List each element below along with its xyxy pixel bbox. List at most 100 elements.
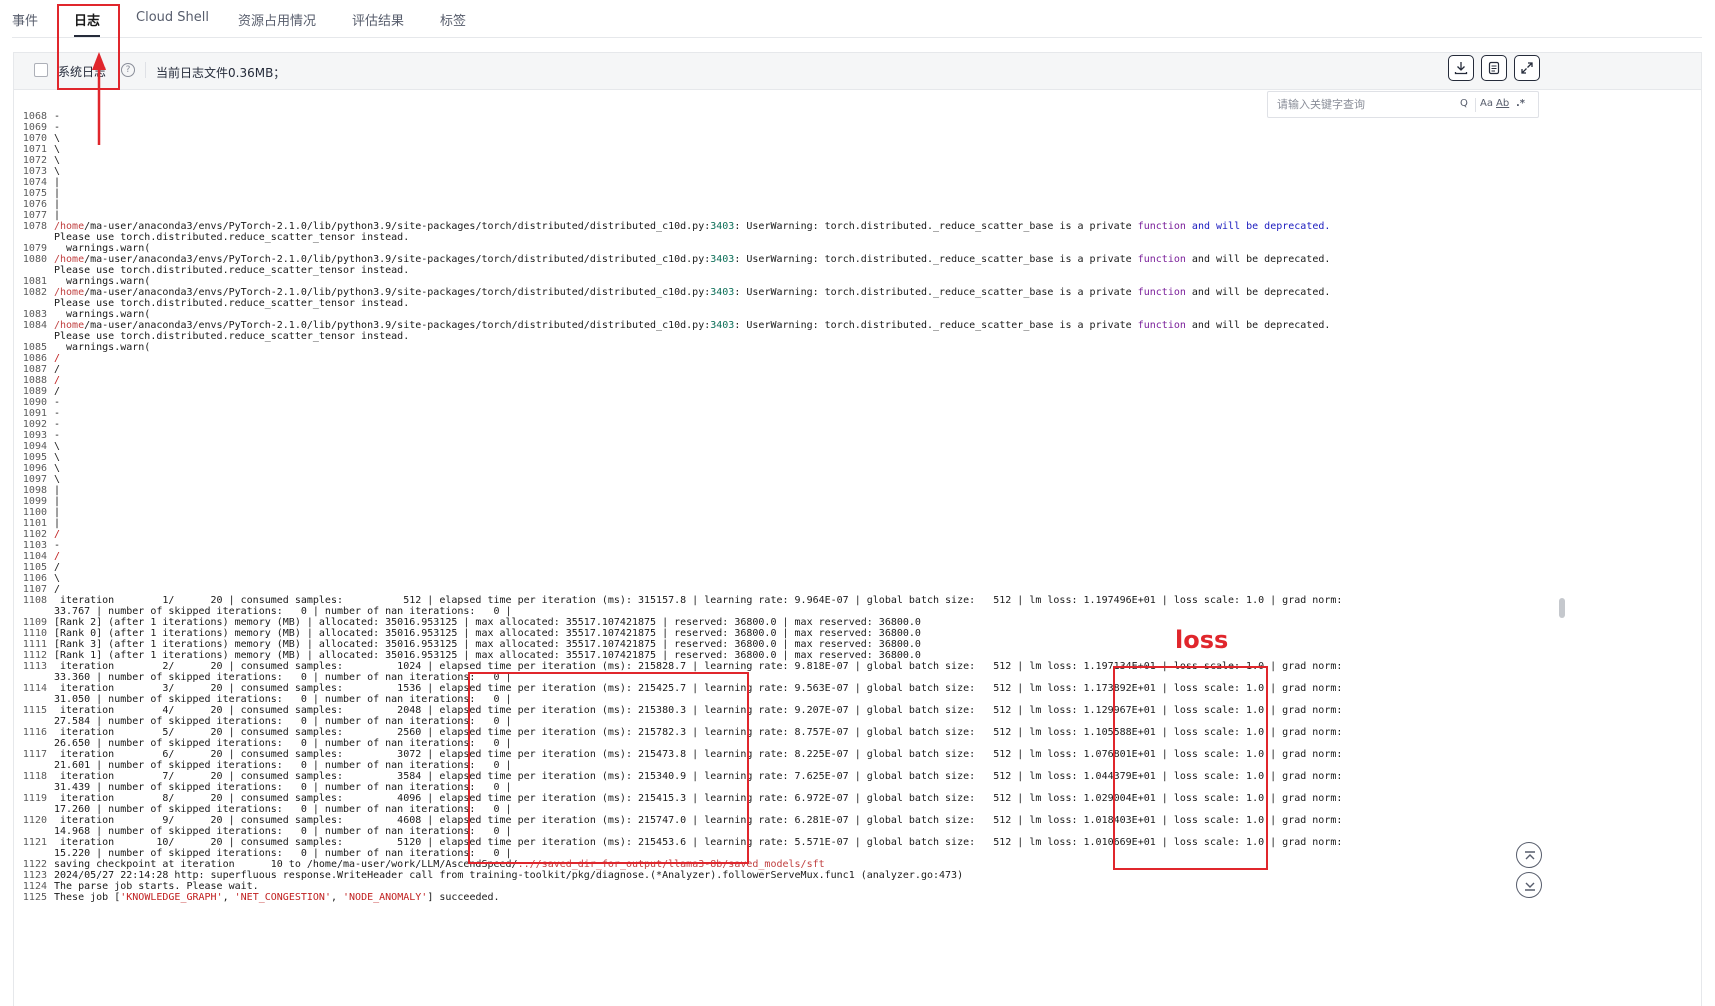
log-line-text: Please use torch.distributed.reduce_scat… (54, 298, 410, 309)
tab-tags[interactable]: 标签 (440, 10, 466, 34)
log-line: 1117 iteration 6/ 20 | consumed samples:… (14, 749, 1664, 760)
log-content: 1068-1069-1070 \ 1071 \ 1072 \ 1073 \ 1074 | 1075 |… (14, 111, 1664, 903)
log-line: 31.439 | number of skipped iterations: 0… (14, 782, 1664, 793)
log-line-number: 1119 (22, 793, 47, 804)
tab-cloud-shell[interactable]: Cloud Shell (136, 10, 209, 34)
fullscreen-button[interactable] (1514, 55, 1540, 81)
search-icon[interactable]: Q (1460, 98, 1468, 109)
copy-button[interactable] (1481, 55, 1507, 81)
log-line-text: /home/ma-user/anaconda3/envs/PyTorch-2.1… (54, 320, 1331, 331)
log-line: 1082/home/ma-user/anaconda3/envs/PyTorch… (14, 287, 1664, 298)
log-line-number (14, 738, 54, 749)
log-line: 1091- (14, 408, 1664, 419)
log-line-text: / (54, 584, 61, 595)
log-line: 1070 \ (14, 133, 1664, 144)
log-line-number (14, 826, 54, 837)
download-icon (1454, 62, 1468, 75)
log-line: 1075 | (14, 188, 1664, 199)
vertical-scrollbar-thumb[interactable] (1559, 598, 1565, 618)
log-line-text: iteration 1/ 20 | consumed samples: 512 … (54, 595, 1343, 606)
log-toolbar: 系统日志 ? 当前日志文件0.36MB； (14, 53, 1701, 90)
log-line-number (14, 232, 54, 243)
log-line-number: 1084 (22, 320, 47, 331)
scroll-to-top-button[interactable] (1516, 842, 1542, 868)
log-line-number: 1116 (22, 727, 47, 738)
log-line-number: 1081 (22, 276, 47, 287)
log-line-text: iteration 9/ 20 | consumed samples: 4608… (54, 815, 1343, 826)
log-line-number: 1096 (22, 463, 47, 474)
help-icon[interactable]: ? (121, 63, 135, 77)
match-case-toggle[interactable]: Aa (1480, 98, 1493, 109)
whole-word-toggle[interactable]: Ab (1496, 98, 1509, 109)
log-line-number: 1118 (22, 771, 47, 782)
log-line-text: [Rank 2] (after 1 iterations) memory (MB… (54, 617, 921, 628)
log-line-number: 1104 (22, 551, 47, 562)
system-log-checkbox[interactable] (34, 63, 48, 77)
tab-events[interactable]: 事件 (12, 10, 38, 34)
log-line-text: [Rank 1] (after 1 iterations) memory (MB… (54, 650, 921, 661)
log-line: 1073 \ (14, 166, 1664, 177)
log-line-text: | (54, 188, 61, 199)
scroll-to-bottom-button[interactable] (1516, 872, 1542, 898)
log-line: 1083 warnings.warn( (14, 309, 1664, 320)
log-line: Please use torch.distributed.reduce_scat… (14, 298, 1664, 309)
log-line: 1068- (14, 111, 1664, 122)
log-line-number: 1111 (22, 639, 47, 650)
log-line: 1069- (14, 122, 1664, 133)
log-line-number (14, 716, 54, 727)
log-line-number: 1070 (22, 133, 47, 144)
log-line: 1088 / (14, 375, 1664, 386)
log-line-number: 1112 (22, 650, 47, 661)
log-line-number: 1100 (22, 507, 47, 518)
tab-logs[interactable]: 日志 (74, 10, 101, 37)
log-line-number (14, 804, 54, 815)
log-line-text: - (54, 122, 61, 133)
log-line: 33.360 | number of skipped iterations: 0… (14, 672, 1664, 683)
log-line-number (14, 298, 54, 309)
log-line-text: \ (54, 166, 61, 177)
log-line-number: 1103 (22, 540, 47, 551)
search-divider (1475, 98, 1476, 112)
log-line: 15.220 | number of skipped iterations: 0… (14, 848, 1664, 859)
log-line-number: 1107 (22, 584, 47, 595)
log-line-text: /home/ma-user/anaconda3/envs/PyTorch-2.1… (54, 254, 1331, 265)
log-line: Please use torch.distributed.reduce_scat… (14, 232, 1664, 243)
log-line-text: warnings.warn( (54, 342, 151, 353)
log-line-text: 21.601 | number of skipped iterations: 0… (54, 760, 512, 771)
log-line: 1115 iteration 4/ 20 | consumed samples:… (14, 705, 1664, 716)
log-line-number: 1083 (22, 309, 47, 320)
log-line-text: iteration 3/ 20 | consumed samples: 1536… (54, 683, 1343, 694)
log-line-text: iteration 4/ 20 | consumed samples: 2048… (54, 705, 1343, 716)
log-line: 1084/home/ma-user/anaconda3/envs/PyTorch… (14, 320, 1664, 331)
log-line: 1113 iteration 2/ 20 | consumed samples:… (14, 661, 1664, 672)
log-line: 1095 \ (14, 452, 1664, 463)
log-line-number (14, 848, 54, 859)
log-line: 26.650 | number of skipped iterations: 0… (14, 738, 1664, 749)
regex-toggle[interactable]: .* (1516, 98, 1525, 109)
log-line-text: 31.439 | number of skipped iterations: 0… (54, 782, 512, 793)
log-line-text: / (54, 386, 61, 397)
log-line-number: 1068 (22, 111, 47, 122)
log-line-text: 33.360 | number of skipped iterations: 0… (54, 672, 512, 683)
log-line-number: 1106 (22, 573, 47, 584)
log-line-number: 1123 (22, 870, 47, 881)
tab-evaluation-results[interactable]: 评估结果 (352, 10, 404, 34)
log-line-text: 33.767 | number of skipped iterations: 0… (54, 606, 512, 617)
log-line-text: [Rank 3] (after 1 iterations) memory (MB… (54, 639, 921, 650)
log-line: 1093- (14, 430, 1664, 441)
log-line-number: 1077 (22, 210, 47, 221)
log-line-text: Please use torch.distributed.reduce_scat… (54, 232, 410, 243)
log-line-number: 1109 (22, 617, 47, 628)
download-button[interactable] (1448, 55, 1474, 81)
log-line-number (14, 331, 54, 342)
log-line: 1080/home/ma-user/anaconda3/envs/PyTorch… (14, 254, 1664, 265)
log-line: 33.767 | number of skipped iterations: 0… (14, 606, 1664, 617)
log-line-number: 1095 (22, 452, 47, 463)
log-line-number (14, 606, 54, 617)
log-line-number: 1086 (22, 353, 47, 364)
tab-resource-usage[interactable]: 资源占用情况 (238, 10, 316, 34)
log-line-number: 1115 (22, 705, 47, 716)
log-line-number: 1074 (22, 177, 47, 188)
scroll-to-bottom-icon (1525, 882, 1535, 891)
log-line-number: 1079 (22, 243, 47, 254)
